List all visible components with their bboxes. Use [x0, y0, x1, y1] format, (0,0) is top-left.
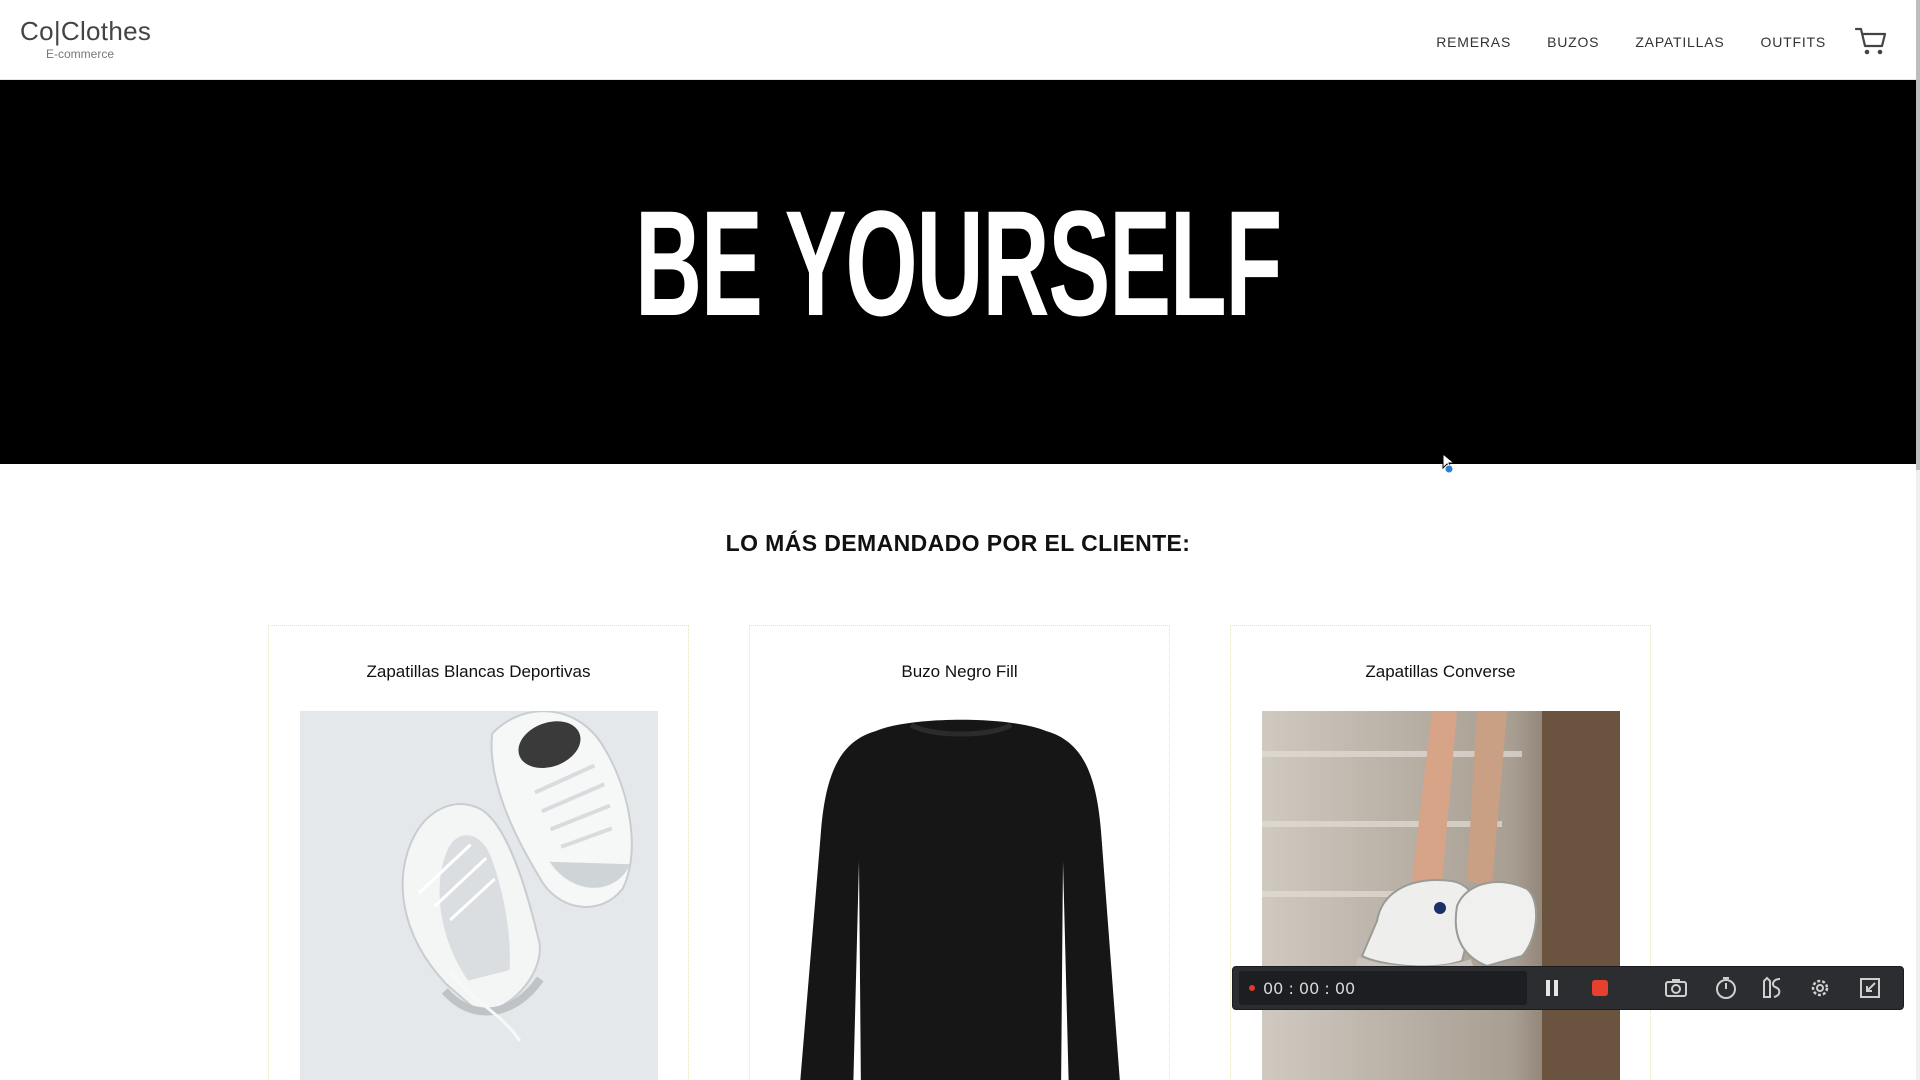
- mouse-cursor-icon: [1442, 453, 1456, 474]
- cart-icon[interactable]: [1854, 25, 1888, 57]
- camera-icon[interactable]: [1663, 975, 1689, 1001]
- section-title: LO MÁS DEMANDADO POR EL CLIENTE:: [725, 530, 1191, 556]
- pause-icon[interactable]: [1539, 975, 1565, 1001]
- browser-viewport: Co|Clothes E-commerce REMERAS BUZOS ZAPA…: [0, 0, 1920, 1080]
- hero-banner: BE YOURSELF: [0, 80, 1916, 474]
- site-header: Co|Clothes E-commerce REMERAS BUZOS ZAPA…: [0, 0, 1916, 80]
- product-title: Zapatillas Converse: [1365, 662, 1516, 681]
- product-image-black-sweater[interactable]: [781, 711, 1139, 1080]
- stop-icon[interactable]: [1587, 975, 1613, 1001]
- timer-icon[interactable]: [1713, 975, 1739, 1001]
- recording-time: 00 : 00 : 00: [1263, 978, 1356, 998]
- product-title: Zapatillas Blancas Deportivas: [366, 662, 591, 681]
- site-logo[interactable]: Co|Clothes E-commerce: [20, 16, 151, 61]
- hero-title: BE YOURSELF: [634, 179, 1282, 347]
- nav-link-outfits[interactable]: OUTFITS: [1761, 34, 1826, 50]
- recording-timer: 00 : 00 : 00: [1239, 971, 1527, 1005]
- product-card[interactable]: Zapatillas Converse: [1230, 625, 1651, 1080]
- settings-icon[interactable]: [1807, 975, 1833, 1001]
- product-card[interactable]: Zapatillas Blancas Deportivas: [268, 625, 689, 1080]
- nav-link-zapatillas[interactable]: ZAPATILLAS: [1635, 34, 1724, 50]
- page-scrollbar[interactable]: [1916, 0, 1920, 1080]
- product-image-white-sneakers[interactable]: [300, 711, 658, 1080]
- recording-indicator: [1249, 985, 1255, 991]
- product-title: Buzo Negro Fill: [901, 662, 1018, 681]
- minimize-icon[interactable]: [1857, 975, 1883, 1001]
- main-nav: REMERAS BUZOS ZAPATILLAS OUTFITS: [1436, 34, 1826, 50]
- logo-subtitle: E-commerce: [46, 47, 115, 61]
- product-card[interactable]: Buzo Negro Fill: [749, 625, 1170, 1080]
- screen-recorder-toolbar: 00 : 00 : 00: [1232, 966, 1904, 1010]
- logo-text: Co|Clothes: [20, 16, 152, 46]
- nav-link-buzos[interactable]: BUZOS: [1547, 34, 1599, 50]
- nav-link-remeras[interactable]: REMERAS: [1436, 34, 1511, 50]
- product-grid: Zapatillas Blancas Deportivas Buzo Negro…: [268, 625, 1651, 1080]
- product-image-converse-sneakers[interactable]: [1262, 711, 1620, 1080]
- draw-icon[interactable]: [1759, 975, 1785, 1001]
- scrollbar-thumb[interactable]: [1916, 0, 1920, 470]
